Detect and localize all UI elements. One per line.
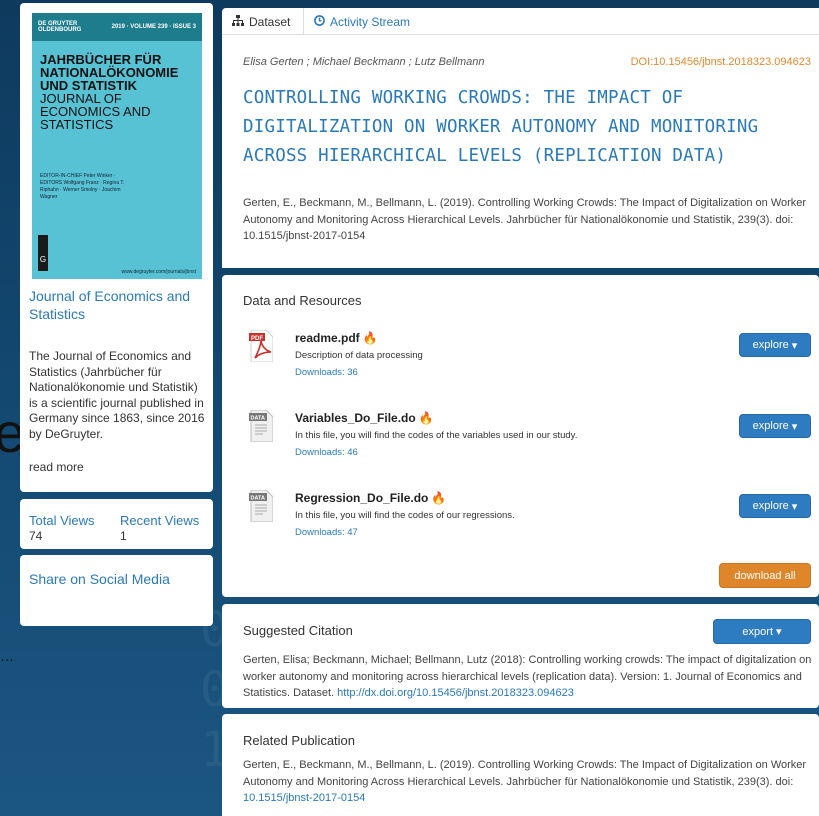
related-publication-heading: Related Publication: [243, 733, 356, 748]
popular-flame-icon: 🔥: [418, 411, 434, 425]
share-social-link[interactable]: Share on Social Media: [29, 571, 170, 587]
download-all-button[interactable]: download all: [719, 563, 811, 588]
resource-description: In this file, you will find the codes of…: [295, 430, 578, 441]
tab-bar: Dataset Activity Stream: [222, 8, 819, 35]
suggested-citation-card: Suggested Citation export ▾ Gerten, Elis…: [222, 604, 819, 708]
related-doi-link[interactable]: 10.1515/jbnst-2017-0154: [243, 792, 365, 804]
resource-downloads: Downloads: 46: [295, 447, 358, 458]
popular-flame-icon: 🔥: [431, 491, 447, 505]
resource-name[interactable]: readme.pdf 🔥: [295, 331, 378, 345]
cover-url: www.degruyter.com/journals/jbnst: [121, 269, 196, 275]
pdf-file-icon: PDF: [249, 329, 274, 363]
cover-title: JAHRBÜCHER FÜR NATIONALÖKONOMIE UND STAT…: [40, 52, 179, 132]
ellipsis: …: [0, 648, 14, 664]
data-file-icon: DATA: [249, 489, 274, 523]
sitemap-icon: [232, 14, 244, 29]
journal-description: The Journal of Economics and Statistics …: [29, 349, 205, 441]
suggested-citation-heading: Suggested Citation: [243, 623, 353, 638]
total-views-label[interactable]: Total Views: [29, 513, 95, 528]
clock-icon: [314, 14, 325, 29]
total-views-value: 74: [29, 529, 43, 543]
tab-activity-label: Activity Stream: [330, 14, 411, 29]
cover-publisher-sub: OLDENBOURG: [38, 27, 82, 33]
export-button[interactable]: export ▾: [713, 619, 811, 644]
svg-text:DATA: DATA: [251, 496, 265, 502]
recent-views-label[interactable]: Recent Views: [120, 513, 199, 528]
resource-item: DATA Regression_Do_File.do 🔥 In this file…: [249, 489, 814, 542]
resource-description: Description of data processing: [295, 350, 423, 361]
suggested-citation-text: Gerten, Elisa; Beckmann, Michael; Bellma…: [243, 654, 812, 699]
tab-activity-stream[interactable]: Activity Stream: [314, 8, 410, 35]
read-more-link[interactable]: read more: [29, 460, 84, 474]
explore-button[interactable]: explore ▾: [739, 333, 811, 357]
resources-card: Data and Resources PDF readme.pdf 🔥 Descr…: [222, 275, 819, 597]
dataset-authors: Elisa Gerten ; Michael Beckmann ; Lutz B…: [243, 56, 485, 68]
total-views: Total Views 74: [29, 513, 95, 543]
recent-views-value: 1: [120, 529, 127, 543]
explore-button[interactable]: explore ▾: [739, 494, 811, 518]
data-file-icon: DATA: [249, 409, 274, 443]
journal-cover-image[interactable]: DE GRUYTER OLDENBOURG 2019 · VOLUME 239 …: [32, 13, 202, 279]
resource-name[interactable]: Regression_Do_File.do 🔥: [295, 491, 446, 505]
journal-link[interactable]: Journal of Economics and Statistics: [29, 287, 209, 323]
tab-dataset[interactable]: Dataset: [222, 8, 304, 35]
share-card: Share on Social Media: [20, 555, 213, 626]
cover-editors: EDITOR-IN-CHIEF Peter Winker · EDITORS W…: [40, 173, 125, 200]
resource-item: DATA Variables_Do_File.do 🔥 In this file,…: [249, 409, 814, 462]
popular-flame-icon: 🔥: [362, 331, 378, 345]
tab-dataset-label: Dataset: [249, 14, 291, 29]
resource-downloads: Downloads: 36: [295, 367, 358, 378]
resource-description: In this file, you will find the codes of…: [295, 510, 515, 521]
svg-text:DATA: DATA: [251, 416, 265, 422]
recent-views: Recent Views 1: [120, 513, 199, 543]
views-card: Total Views 74 Recent Views 1: [20, 499, 213, 549]
resource-item: PDF readme.pdf 🔥 Description of data proc…: [249, 329, 814, 382]
resource-downloads: Downloads: 47: [295, 527, 358, 538]
resource-name[interactable]: Variables_Do_File.do 🔥: [295, 411, 434, 425]
dataset-header-card: Elisa Gerten ; Michael Beckmann ; Lutz B…: [222, 35, 819, 268]
dataset-citation: Gerten, E., Beckmann, M., Bellmann, L. (…: [243, 197, 807, 242]
dataset-doi-link[interactable]: DOI:10.15456/jbnst.2018323.094623: [631, 56, 811, 68]
resources-heading: Data and Resources: [243, 293, 362, 308]
cover-volume: 2019 · VOLUME 239 · ISSUE 3: [111, 24, 196, 30]
cover-header: DE GRUYTER OLDENBOURG 2019 · VOLUME 239 …: [32, 13, 202, 41]
journal-card: DE GRUYTER OLDENBOURG 2019 · VOLUME 239 …: [20, 3, 213, 492]
related-publication-card: Related Publication Gerten, E., Beckmann…: [222, 714, 819, 816]
related-publication-text: Gerten, E., Beckmann, M., Bellmann, L. (…: [243, 759, 807, 804]
citation-doi-link[interactable]: http://dx.doi.org/10.15456/jbnst.2018323…: [337, 687, 574, 699]
degruyter-logo-icon: G: [38, 235, 48, 271]
explore-button[interactable]: explore ▾: [739, 414, 811, 438]
dataset-title: Controlling Working Crowds: The Impact o…: [243, 88, 759, 166]
